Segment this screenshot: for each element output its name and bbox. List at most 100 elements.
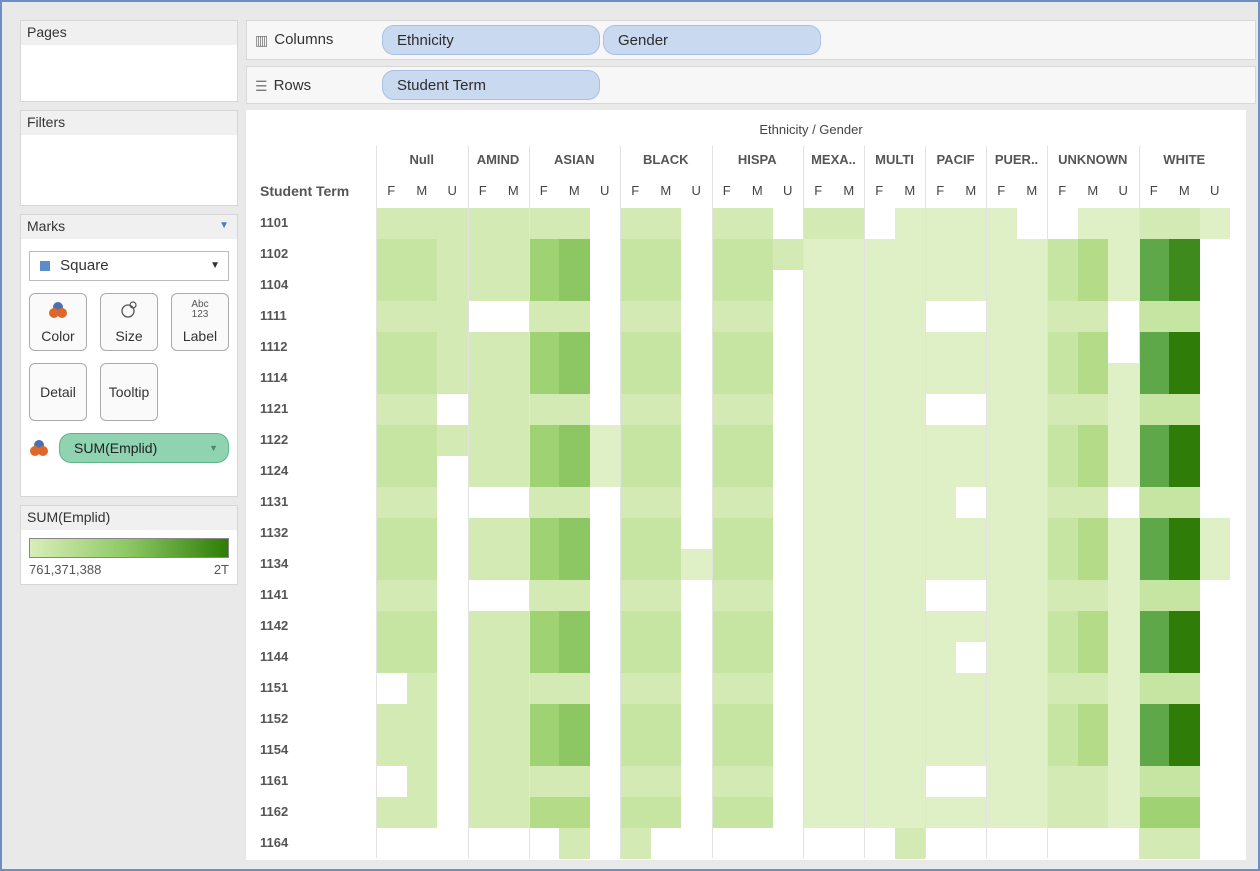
- heatmap-cell[interactable]: [803, 549, 834, 580]
- heatmap-cell[interactable]: [955, 735, 986, 766]
- heatmap-cell[interactable]: [498, 456, 529, 487]
- mark-type-select[interactable]: Square ▼: [29, 251, 229, 281]
- heatmap-cell[interactable]: [406, 487, 437, 518]
- heatmap-cell[interactable]: [1077, 425, 1108, 456]
- heatmap-cell[interactable]: [833, 301, 864, 332]
- heatmap-cell[interactable]: [1016, 828, 1047, 859]
- heatmap-cell[interactable]: [1199, 332, 1230, 363]
- heatmap-cell[interactable]: [406, 642, 437, 673]
- heatmap-cell[interactable]: [1199, 518, 1230, 549]
- heatmap-cell[interactable]: [1138, 425, 1169, 456]
- heatmap-cell[interactable]: [406, 611, 437, 642]
- heatmap-cell[interactable]: [376, 394, 407, 425]
- heatmap-cell[interactable]: [437, 766, 468, 797]
- heatmap-cell[interactable]: [925, 208, 956, 239]
- heatmap-cell[interactable]: [742, 673, 773, 704]
- heatmap-cell[interactable]: [559, 580, 590, 611]
- heatmap-cell[interactable]: [528, 828, 559, 859]
- heatmap-cell[interactable]: [559, 363, 590, 394]
- heatmap-cell[interactable]: [1077, 456, 1108, 487]
- heatmap-cell[interactable]: [833, 766, 864, 797]
- heatmap-cell[interactable]: [803, 425, 834, 456]
- heatmap-cell[interactable]: [1108, 332, 1139, 363]
- heatmap-cell[interactable]: [864, 239, 895, 270]
- heatmap-cell[interactable]: [925, 642, 956, 673]
- ethnicity-header[interactable]: MEXA..: [803, 152, 864, 167]
- heatmap-cell[interactable]: [1108, 270, 1139, 301]
- heatmap-cell[interactable]: [772, 270, 803, 301]
- heatmap-cell[interactable]: [1077, 270, 1108, 301]
- sum-emplid-pill[interactable]: SUM(Emplid) ▼: [59, 433, 229, 463]
- heatmap-cell[interactable]: [1138, 735, 1169, 766]
- heatmap-cell[interactable]: [437, 611, 468, 642]
- heatmap-cell[interactable]: [1108, 828, 1139, 859]
- heatmap-cell[interactable]: [772, 301, 803, 332]
- heatmap-cell[interactable]: [772, 766, 803, 797]
- heatmap-cell[interactable]: [681, 828, 712, 859]
- heatmap-cell[interactable]: [1077, 394, 1108, 425]
- heatmap-cell[interactable]: [620, 735, 651, 766]
- heatmap-cell[interactable]: [406, 394, 437, 425]
- heatmap-cell[interactable]: [681, 735, 712, 766]
- heatmap-cell[interactable]: [1138, 673, 1169, 704]
- heatmap-cell[interactable]: [1169, 828, 1200, 859]
- heatmap-cell[interactable]: [925, 797, 956, 828]
- heatmap-cell[interactable]: [864, 797, 895, 828]
- heatmap-cell[interactable]: [467, 549, 498, 580]
- heatmap-cell[interactable]: [528, 363, 559, 394]
- heatmap-cell[interactable]: [650, 828, 681, 859]
- heatmap-cell[interactable]: [1108, 611, 1139, 642]
- heatmap-cell[interactable]: [650, 704, 681, 735]
- heatmap-cell[interactable]: [894, 363, 925, 394]
- heatmap-cell[interactable]: [589, 456, 620, 487]
- heatmap-cell[interactable]: [467, 797, 498, 828]
- heatmap-cell[interactable]: [1138, 642, 1169, 673]
- heatmap-cell[interactable]: [803, 828, 834, 859]
- heatmap-cell[interactable]: [1047, 270, 1078, 301]
- heatmap-cell[interactable]: [986, 425, 1017, 456]
- heatmap-cell[interactable]: [864, 425, 895, 456]
- heatmap-cell[interactable]: [864, 456, 895, 487]
- heatmap-cell[interactable]: [1016, 301, 1047, 332]
- heatmap-cell[interactable]: [772, 704, 803, 735]
- heatmap-cell[interactable]: [620, 642, 651, 673]
- heatmap-cell[interactable]: [528, 301, 559, 332]
- heatmap-cell[interactable]: [589, 549, 620, 580]
- heatmap-cell[interactable]: [772, 487, 803, 518]
- heatmap-cell[interactable]: [467, 828, 498, 859]
- heatmap-cell[interactable]: [894, 456, 925, 487]
- heatmap-cell[interactable]: [467, 735, 498, 766]
- heatmap-cell[interactable]: [467, 518, 498, 549]
- heatmap-cell[interactable]: [833, 611, 864, 642]
- heatmap-cell[interactable]: [589, 580, 620, 611]
- heatmap-cell[interactable]: [528, 673, 559, 704]
- heatmap-cell[interactable]: [925, 704, 956, 735]
- heatmap-cell[interactable]: [406, 239, 437, 270]
- heatmap-cell[interactable]: [1108, 797, 1139, 828]
- heatmap-cell[interactable]: [803, 487, 834, 518]
- heatmap-cell[interactable]: [650, 394, 681, 425]
- tooltip-button[interactable]: Tooltip: [100, 363, 158, 421]
- heatmap-cell[interactable]: [559, 487, 590, 518]
- heatmap-cell[interactable]: [955, 394, 986, 425]
- heatmap-cell[interactable]: [894, 425, 925, 456]
- heatmap-cell[interactable]: [681, 580, 712, 611]
- heatmap-cell[interactable]: [620, 332, 651, 363]
- heatmap-cell[interactable]: [376, 208, 407, 239]
- heatmap-cell[interactable]: [1016, 580, 1047, 611]
- heatmap-cell[interactable]: [589, 518, 620, 549]
- heatmap-cell[interactable]: [833, 487, 864, 518]
- heatmap-cell[interactable]: [833, 332, 864, 363]
- heatmap-cell[interactable]: [681, 704, 712, 735]
- heatmap-cell[interactable]: [833, 208, 864, 239]
- heatmap-cell[interactable]: [650, 239, 681, 270]
- heatmap-cell[interactable]: [1138, 518, 1169, 549]
- heatmap-cell[interactable]: [803, 673, 834, 704]
- heatmap-cell[interactable]: [437, 642, 468, 673]
- heatmap-cell[interactable]: [711, 828, 742, 859]
- ethnicity-header[interactable]: MULTI: [864, 152, 925, 167]
- heatmap-cell[interactable]: [1047, 549, 1078, 580]
- heatmap-cell[interactable]: [681, 208, 712, 239]
- heatmap-cell[interactable]: [1047, 301, 1078, 332]
- heatmap-cell[interactable]: [1016, 704, 1047, 735]
